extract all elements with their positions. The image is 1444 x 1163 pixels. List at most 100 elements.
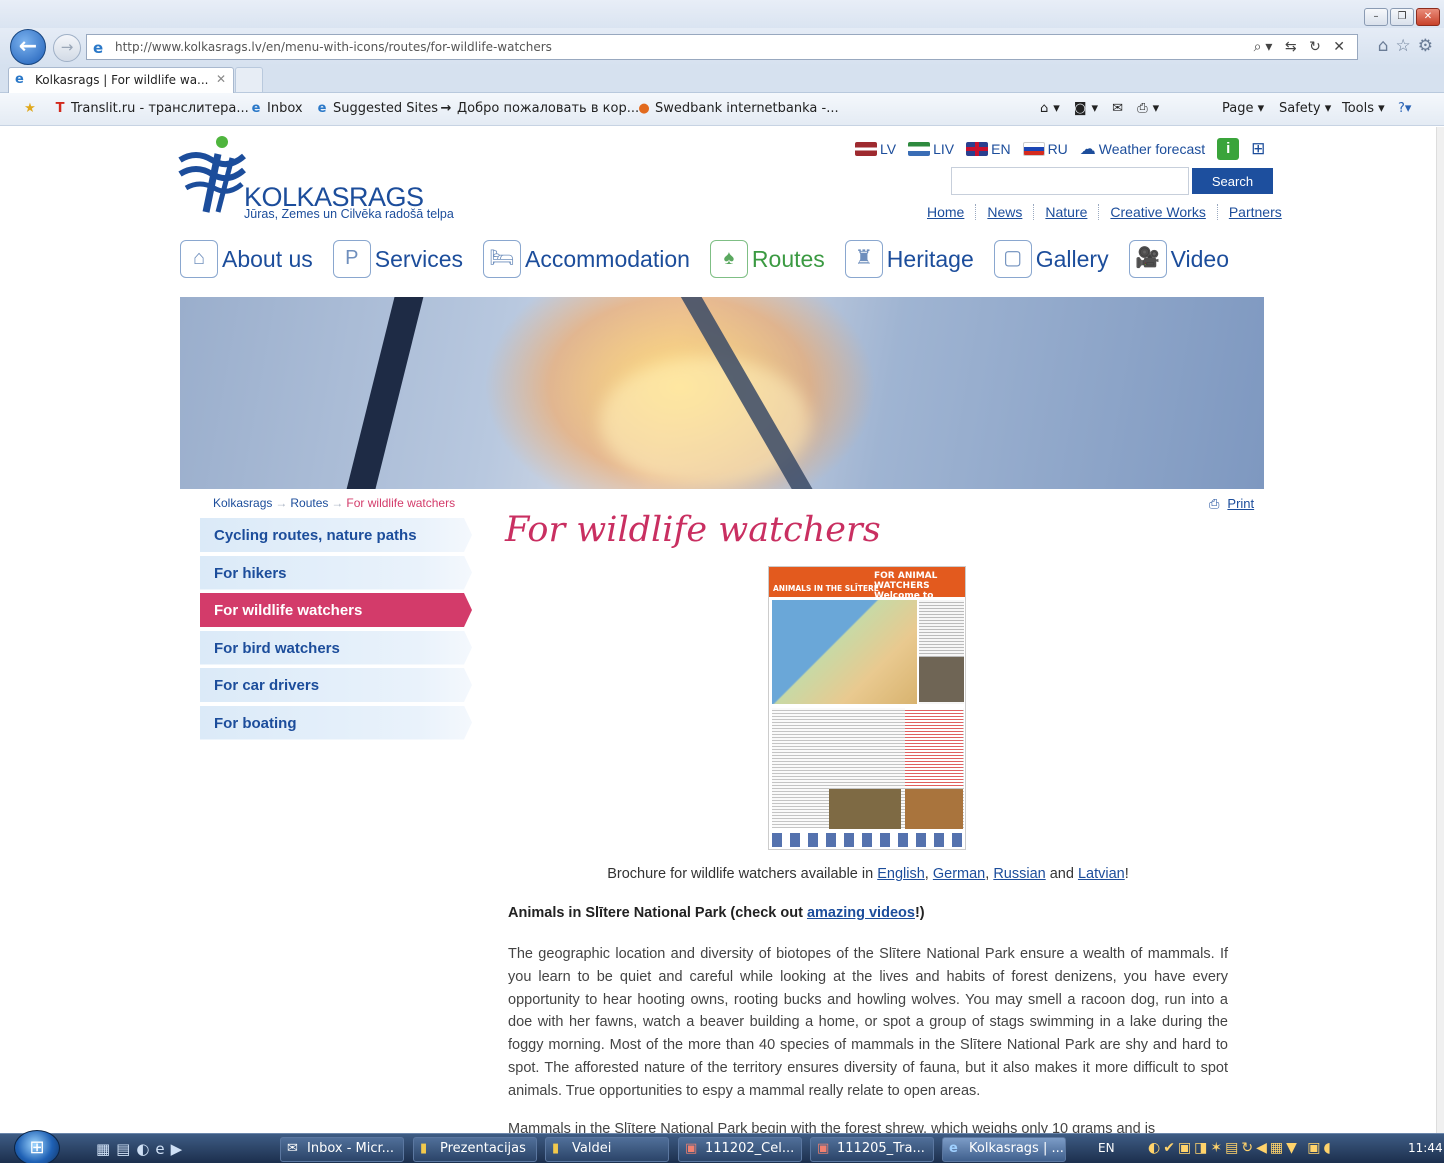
start-button[interactable]: ⊞ [14,1130,60,1163]
fav-inbox[interactable]: e Inbox [248,101,303,116]
sidebar-item-hikers[interactable]: For hikers [200,555,472,590]
nav-accommodation[interactable]: 🛏 Accommodation [483,240,690,278]
lang-liv[interactable]: LIV [908,141,954,157]
page-menu[interactable]: Page ▾ [1222,101,1264,116]
intro-paragraph: The geographic location and diversity of… [508,946,1228,1099]
nav-video[interactable]: 🎥 Video [1128,240,1229,278]
breadcrumb-routes[interactable]: Routes [290,496,328,510]
livonian-flag-icon [908,142,931,156]
search-input[interactable] [951,167,1189,195]
top-link-nature[interactable]: Nature [1033,204,1098,220]
top-link-news[interactable]: News [975,204,1033,220]
back-button[interactable]: ← [10,29,46,65]
task-111202[interactable]: ▣ 111202_Cel... [678,1137,802,1162]
tab-strip: e Kolkasrags | For wildlife wa... ✕ [0,66,1444,93]
brochure-russian-link[interactable]: Russian [993,866,1045,882]
restore-button[interactable]: ❐ [1390,8,1414,26]
main-content: Brochure for wildlife watchers available… [508,866,1228,1135]
latvia-flag-icon [855,142,877,156]
brochure-header-left: ANIMALS IN THE SLĪTERE [773,584,879,593]
tab-favicon-icon: e [15,72,24,87]
tree-icon: ♠ [709,240,748,278]
nav-services[interactable]: P Services [332,240,463,278]
sidebar-item-bird-watchers[interactable]: For bird watchers [200,630,472,665]
tab-active[interactable]: e Kolkasrags | For wildlife wa... ✕ [8,67,234,93]
info-icon[interactable]: i [1217,138,1240,160]
logo-tagline: Jūras, Zemes un Cilvēka radošā telpa [244,207,454,221]
sidebar-item-car-drivers[interactable]: For car drivers [200,668,472,702]
brochure-english-link[interactable]: English [877,866,925,882]
address-tools-icons[interactable]: ⌕▾ ⇆ ↻ ✕ [1254,39,1349,55]
tray-clock[interactable]: 11:44 [1408,1141,1443,1155]
new-tab-button[interactable] [235,67,263,93]
printer-icon: ⎙ [1209,496,1220,511]
fav-suggested-sites[interactable]: e Suggested Sites [314,101,438,116]
favorites-star-icon[interactable]: ★ [22,101,41,116]
nav-gallery[interactable]: ▢ Gallery [993,240,1109,278]
sidebar-item-boating[interactable]: For boating [200,705,472,740]
brochure-sponsor-logos [772,833,964,847]
print-link-group: ⎙ Print [1209,496,1254,512]
top-link-home[interactable]: Home [927,204,975,220]
nav-routes[interactable]: ♠ Routes [709,240,825,278]
task-inbox[interactable]: ✉ Inbox - Micr... [280,1137,404,1162]
breadcrumb-current: For wildlife watchers [346,496,456,510]
brochure-deer-photo [829,789,901,829]
sidebar-item-cycling[interactable]: Cycling routes, nature paths [200,518,472,552]
header-banner-image [180,297,1264,489]
task-prezentacijas[interactable]: ▮ Prezentacijas [413,1137,537,1162]
browser-nav-row: ← → e http://www.kolkasrags.lv/en/menu-w… [0,28,1444,66]
task-valdei[interactable]: ▮ Valdei [545,1137,669,1162]
breadcrumb: Kolkasrags → Routes → For wildlife watchers [213,496,456,510]
brochure-german-link[interactable]: German [933,866,985,882]
lang-lv[interactable]: LV [855,141,896,157]
house-icon: ⌂ [180,240,218,278]
brochure-latvian-link[interactable]: Latvian [1078,866,1125,882]
amazing-videos-link[interactable]: amazing videos [807,905,915,921]
top-link-creative-works[interactable]: Creative Works [1098,204,1216,220]
close-window-button[interactable]: ✕ [1416,8,1440,26]
tab-close-icon[interactable]: ✕ [216,72,226,86]
quick-launch-icons[interactable]: ▦▤◐e▶ [96,1140,188,1158]
brochure-thumbnail-image[interactable]: ANIMALS IN THE SLĪTERE FOR ANIMAL WATCHE… [768,566,966,850]
help-icon[interactable]: ?▾ [1398,101,1411,116]
safety-menu[interactable]: Safety ▾ [1279,101,1331,116]
brochure-lynx-photo [905,789,963,829]
russia-flag-icon [1022,142,1045,156]
home-favorites-settings-icons[interactable]: ⌂☆⚙ [1378,36,1440,56]
top-link-partners[interactable]: Partners [1216,204,1293,220]
lang-en[interactable]: EN [966,141,1011,157]
task-111205[interactable]: ▣ 111205_Tra... [810,1137,934,1162]
fav-translit[interactable]: T Translit.ru - транслитера... [52,101,249,116]
fav-welcome[interactable]: → Добро пожаловать в кор... [438,101,640,116]
address-url[interactable]: http://www.kolkasrags.lv/en/menu-with-ic… [115,40,552,54]
search-button[interactable]: Search [1192,168,1273,194]
print-link[interactable]: Print [1227,496,1254,511]
nav-about-us[interactable]: ⌂ About us [180,240,313,278]
command-bar-icons[interactable]: ⌂▾ ◙▾ ✉ ⎙▾ [1040,101,1164,116]
lang-ru[interactable]: RU [1022,141,1068,157]
nav-heritage[interactable]: ♜ Heritage [844,240,974,278]
minimize-button[interactable]: – [1364,8,1388,26]
parking-icon: P [332,240,371,278]
tray-language[interactable]: EN [1098,1141,1115,1155]
sidebar-item-wildlife-watchers[interactable]: For wildlife watchers [200,593,472,627]
system-tray-icons[interactable]: ◐✔▣◨✶▤↻◀▦▼ ▣◖ [1148,1140,1334,1156]
window-controls: – ❐ ✕ [1364,8,1440,26]
breadcrumb-kolkasrags[interactable]: Kolkasrags [213,496,272,510]
video-camera-icon: 🎥 [1128,240,1167,278]
vertical-scrollbar[interactable] [1436,127,1444,1133]
address-bar[interactable]: e http://www.kolkasrags.lv/en/menu-with-… [86,34,1358,60]
tab-title: Kolkasrags | For wildlife wa... [35,73,209,87]
favorites-bar: ★ T Translit.ru - транслитера... e Inbox e… [0,93,1444,126]
section-heading: Animals in Slītere National Park (check … [508,905,925,921]
weather-forecast-link[interactable]: ☁ Weather forecast [1080,139,1205,159]
tools-menu[interactable]: Tools ▾ [1342,101,1385,116]
forward-button[interactable]: → [53,34,81,62]
ie-page-icon: e [93,39,104,57]
site-logo[interactable]: KOLKASRAGS Jūras, Zemes un Cilvēka radoš… [178,134,478,224]
sitemap-icon[interactable]: ⊞ [1251,139,1265,159]
fav-swedbank[interactable]: ● Swedbank internetbanka -... [636,101,838,116]
task-kolkasrags-browser[interactable]: e Kolkasrags | ... [942,1137,1066,1162]
language-switcher: LV LIV EN RU ☁ Weather forecast i ⊞ [855,137,1265,161]
